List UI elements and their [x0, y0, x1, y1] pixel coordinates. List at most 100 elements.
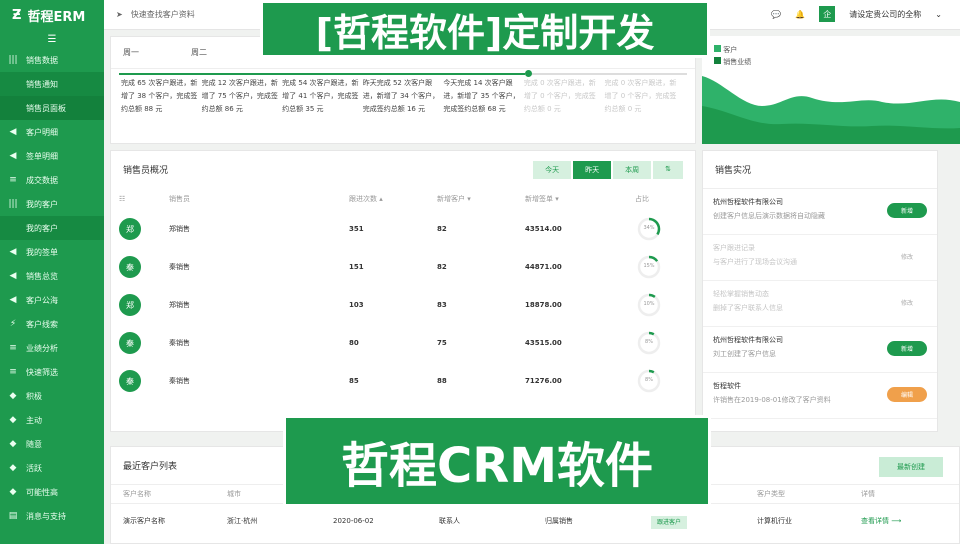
sidebar-item-16[interactable]: ◆ 随意 [0, 432, 104, 456]
customer-contact: 联系人 [439, 517, 460, 525]
timeline-progress [119, 73, 525, 75]
sidebar-icon: ≡ [9, 343, 17, 353]
sidebar-item-4[interactable]: ◀ 签单明细 [0, 144, 104, 168]
sidebar-item-3[interactable]: ◀ 客户明细 [0, 120, 104, 144]
customer-name: 演示客户名称 [123, 517, 165, 525]
sidebar-icon: ◀ [9, 271, 17, 281]
sidebar-icon: ▤ [8, 511, 18, 521]
filter-button[interactable]: ⇅ [653, 161, 683, 179]
col-follow[interactable]: 跟进次数 ▴ [341, 188, 429, 210]
logo-icon: Ƶ [12, 7, 22, 23]
col-customer-type: 客户类型 [757, 490, 785, 498]
sidebar-item-label: 主动 [26, 415, 42, 425]
log-list: 杭州哲程软件有限公司 创建客户信息后演示数据将自动隐藏 新增 客户跟进记录 与客户… [703, 189, 937, 419]
collapse-icon[interactable]: ☰ [0, 30, 104, 48]
quick-search[interactable]: ➤ 快速查找客户资料 [116, 9, 195, 20]
app-logo[interactable]: Ƶ 哲程ERM [0, 0, 104, 30]
timeline-remaining [529, 73, 687, 75]
col-new-customers[interactable]: 新增客户 ▾ [429, 188, 517, 210]
follow-count: 351 [349, 225, 364, 233]
tab-tuesday[interactable]: 周二 [191, 47, 207, 58]
timeline-marker[interactable] [525, 70, 532, 77]
sidebar-item-label: 我的客户 [26, 199, 58, 209]
view-detail-link[interactable]: 查看详情 ⟶ [861, 516, 901, 526]
sidebar-item-17[interactable]: ◆ 活跃 [0, 456, 104, 480]
sidebar-item-1[interactable]: 销售通知 [0, 72, 104, 96]
sidebar-item-14[interactable]: ◆ 积极 [0, 384, 104, 408]
day-stat: 完成 0 次客户跟进，新增了 0 个客户，完成签约总额 0 元 [604, 79, 677, 113]
day-stats: 完成 65 次客户跟进，新增了 38 个客户，完成签约总额 88 元完成 12 … [111, 69, 695, 124]
sidebar-item-label: 销售总览 [26, 271, 58, 281]
table-row: 演示客户名称 浙江·杭州 2020-06-02 联系人 归属销售 跟进客户 计算… [111, 504, 959, 538]
sidebar-item-5[interactable]: ≡ 成交数据 [0, 168, 104, 192]
filter-button[interactable]: 本周 [613, 161, 652, 179]
sidebar-item-10[interactable]: ◀ 客户公海 [0, 288, 104, 312]
customer-owner: 归属销售 [545, 517, 573, 525]
avatar: 郑 [119, 218, 141, 240]
log-tag[interactable]: 编辑 [886, 387, 927, 402]
follow-count: 85 [349, 377, 359, 385]
log-item: 客户跟进记录 与客户进行了现场会议沟通 修改 [703, 235, 937, 281]
log-tag[interactable]: 新增 [886, 341, 927, 356]
sidebar-item-6[interactable]: ||| 我的客户 [0, 192, 104, 216]
sidebar-item-8[interactable]: ◀ 我的签单 [0, 240, 104, 264]
filter-button[interactable]: 今天 [533, 161, 572, 179]
sidebar-item-label: 快速筛选 [26, 367, 58, 377]
table-row[interactable]: 秦 秦销售 151 82 44871.00 15% [111, 248, 695, 286]
sidebar-item-11[interactable]: ⚡ 客户线索 [0, 312, 104, 336]
sidebar-item-label: 活跃 [26, 463, 42, 473]
new-orders: 43514.00 [525, 225, 562, 233]
tab-monday[interactable]: 周一 [123, 47, 139, 58]
sidebar-item-12[interactable]: ≡ 业绩分析 [0, 336, 104, 360]
sidebar-item-19[interactable]: ▤ 消息与支持 [0, 504, 104, 528]
sidebar-item-label: 消息与支持 [26, 511, 66, 521]
filter-button[interactable]: 昨天 [573, 161, 612, 179]
table-row[interactable]: 秦 秦销售 80 75 43515.00 8% [111, 324, 695, 362]
sidebar-item-label: 销售通知 [26, 79, 58, 89]
sidebar-icon: ◆ [9, 391, 17, 401]
latest-created-button[interactable]: 最新创建 [879, 457, 943, 477]
sidebar-icon: ◆ [9, 439, 17, 449]
col-new-orders[interactable]: 新增签单 ▾ [517, 188, 627, 210]
avatar: 秦 [119, 256, 141, 278]
salesperson-name: 郑销售 [169, 225, 190, 233]
sidebar-item-7[interactable]: 我的客户 [0, 216, 104, 240]
sidebar-icon: ◆ [9, 415, 17, 425]
top-right: 💬 🔔 企 请设定贵公司的全称 ⌄ [771, 6, 942, 22]
sidebar-item-2[interactable]: 销售员面板 [0, 96, 104, 120]
sales-rows: 郑 郑销售 351 82 43514.00 34% 秦 秦销售 151 82 44… [111, 210, 695, 400]
sidebar-item-label: 客户公海 [26, 295, 58, 305]
company-avatar[interactable]: 企 [819, 6, 836, 22]
log-tag[interactable]: 新增 [886, 203, 927, 218]
sidebar-item-18[interactable]: ◆ 可能性高 [0, 480, 104, 504]
log-tag[interactable]: 修改 [886, 249, 927, 264]
ratio-ring: 10% [635, 291, 663, 319]
message-icon[interactable]: 💬 [771, 10, 781, 19]
table-row[interactable]: 郑 郑销售 351 82 43514.00 34% [111, 210, 695, 248]
sidebar-icon: ≡ [9, 367, 17, 377]
log-tag[interactable]: 修改 [886, 295, 927, 310]
sidebar-item-0[interactable]: ||| 销售数据 [0, 48, 104, 72]
new-orders: 71276.00 [525, 377, 562, 385]
col-detail: 详情 [861, 490, 875, 498]
sidebar-item-15[interactable]: ◆ 主动 [0, 408, 104, 432]
sidebar-item-label: 随意 [26, 439, 42, 449]
day-stat: 完成 65 次客户跟进，新增了 38 个客户，完成签约总额 88 元 [121, 79, 198, 113]
sidebar-item-9[interactable]: ◀ 销售总览 [0, 264, 104, 288]
sidebar-icon: ◀ [9, 127, 17, 137]
sidebar: Ƶ 哲程ERM ☰ ||| 销售数据销售通知销售员面板 ◀ 客户明细 ◀ 签单明细 ≡ 成交数据… [0, 0, 104, 544]
promo-banner-bottom: 哲程CRM软件 [283, 415, 711, 507]
bell-icon[interactable]: 🔔 [795, 10, 805, 19]
table-row[interactable]: 郑 郑销售 103 83 18878.00 10% [111, 286, 695, 324]
chevron-down-icon[interactable]: ⌄ [935, 10, 942, 19]
company-name[interactable]: 请设定贵公司的全称 [849, 9, 921, 20]
sidebar-item-label: 可能性高 [26, 487, 58, 497]
sidebar-icon: ◀ [9, 295, 17, 305]
day-stat: 昨天完成 52 次客户跟进，新增了 34 个客户，完成签约总额 16 元 [362, 79, 440, 113]
sidebar-item-13[interactable]: ≡ 快速筛选 [0, 360, 104, 384]
sidebar-icon: ◀ [9, 151, 17, 161]
sidebar-nav: ||| 销售数据销售通知销售员面板 ◀ 客户明细 ◀ 签单明细 ≡ 成交数据 ||| 我的客户 我的… [0, 48, 104, 528]
table-row[interactable]: 秦 秦销售 85 88 71276.00 8% [111, 362, 695, 400]
salesperson-name: 秦销售 [169, 377, 190, 385]
log-item: 杭州哲程软件有限公司 刘工创建了客户信息 新增 [703, 327, 937, 373]
